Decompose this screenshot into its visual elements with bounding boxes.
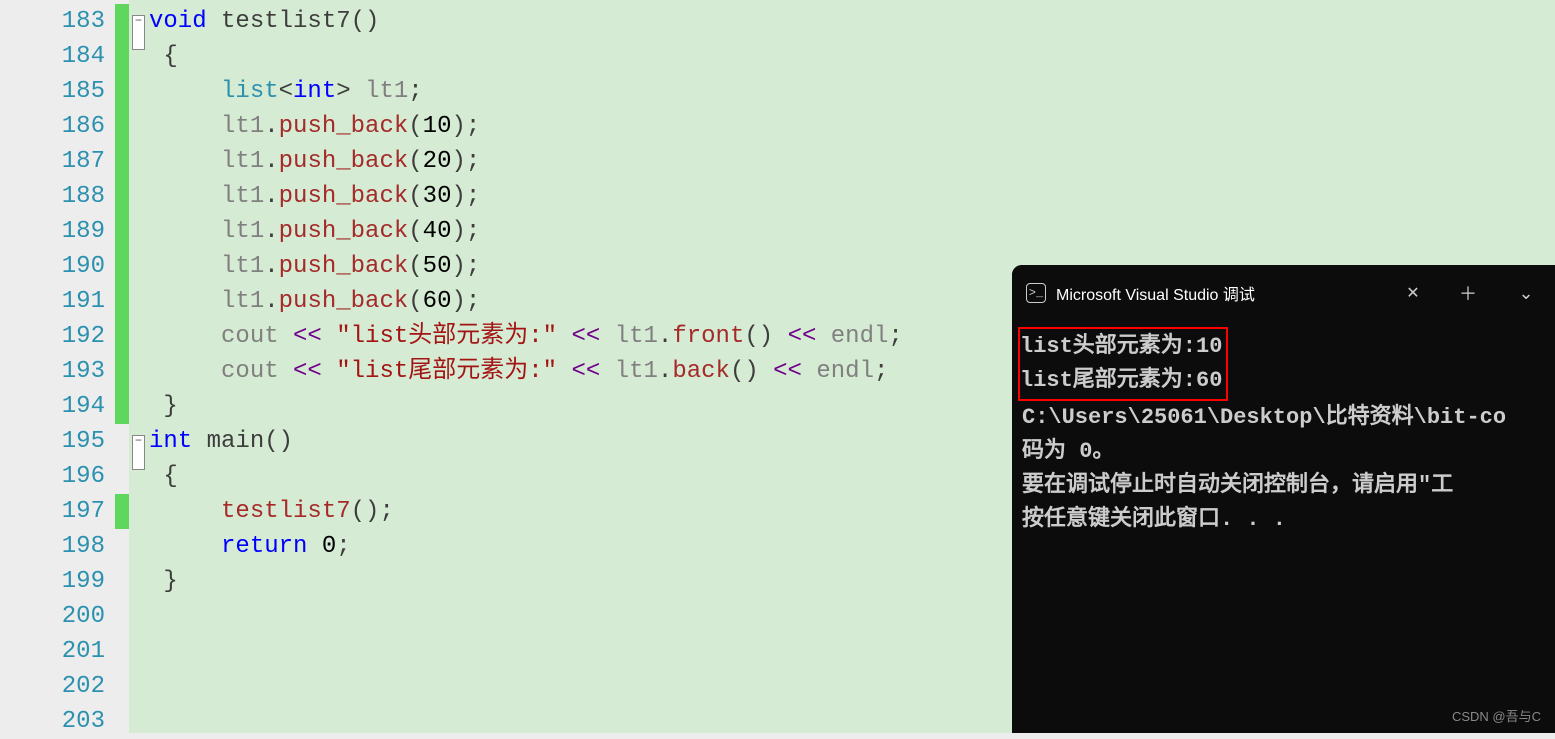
code-line[interactable]: list<int> lt1; bbox=[149, 74, 1555, 109]
line-number: 195 bbox=[0, 424, 105, 459]
fold-cell bbox=[129, 284, 149, 319]
watermark: CSDN @吾与C bbox=[1452, 706, 1541, 725]
fold-cell bbox=[129, 74, 149, 109]
fold-cell bbox=[129, 599, 149, 634]
fold-cell[interactable]: − bbox=[129, 424, 149, 459]
code-line[interactable]: lt1.push_back(30); bbox=[149, 179, 1555, 214]
terminal-tab-title: Microsoft Visual Studio 调试 bbox=[1056, 281, 1391, 305]
code-line[interactable]: lt1.push_back(10); bbox=[149, 109, 1555, 144]
fold-cell bbox=[129, 494, 149, 529]
line-number: 184 bbox=[0, 39, 105, 74]
change-marker bbox=[115, 319, 129, 354]
change-marker bbox=[115, 389, 129, 424]
line-number-gutter: 1831841851861871881891901911921931941951… bbox=[0, 0, 115, 733]
fold-cell bbox=[129, 704, 149, 739]
change-marker bbox=[115, 669, 129, 704]
fold-cell bbox=[129, 109, 149, 144]
line-number: 189 bbox=[0, 214, 105, 249]
terminal-icon: >_ bbox=[1026, 283, 1046, 303]
change-marker bbox=[115, 529, 129, 564]
line-number: 192 bbox=[0, 319, 105, 354]
line-number: 191 bbox=[0, 284, 105, 319]
line-number: 183 bbox=[0, 4, 105, 39]
fold-cell bbox=[129, 319, 149, 354]
highlighted-output: list头部元素为:10 list尾部元素为:60 bbox=[1018, 327, 1228, 401]
line-number: 194 bbox=[0, 389, 105, 424]
line-number: 200 bbox=[0, 599, 105, 634]
terminal-text: C:\Users\25061\Desktop\比特资料\bit-co 码为 0。… bbox=[1022, 405, 1506, 532]
change-marker bbox=[115, 179, 129, 214]
code-line[interactable]: lt1.push_back(20); bbox=[149, 144, 1555, 179]
code-line[interactable]: void testlist7() bbox=[149, 4, 1555, 39]
change-marker-column bbox=[115, 0, 129, 733]
line-number: 199 bbox=[0, 564, 105, 599]
line-number: 185 bbox=[0, 74, 105, 109]
fold-cell[interactable]: − bbox=[129, 4, 149, 39]
line-number: 188 bbox=[0, 179, 105, 214]
terminal-titlebar[interactable]: >_ Microsoft Visual Studio 调试 ✕ ＋ ⌄ bbox=[1012, 265, 1555, 321]
line-number: 203 bbox=[0, 704, 105, 739]
fold-cell bbox=[129, 459, 149, 494]
change-marker bbox=[115, 214, 129, 249]
change-marker bbox=[115, 354, 129, 389]
line-number: 198 bbox=[0, 529, 105, 564]
terminal-tab[interactable]: >_ Microsoft Visual Studio 调试 ✕ bbox=[1012, 265, 1439, 321]
new-tab-button[interactable]: ＋ bbox=[1439, 265, 1497, 321]
line-number: 190 bbox=[0, 249, 105, 284]
line-number: 196 bbox=[0, 459, 105, 494]
line-number: 193 bbox=[0, 354, 105, 389]
fold-cell bbox=[129, 249, 149, 284]
line-number: 201 bbox=[0, 634, 105, 669]
change-marker bbox=[115, 704, 129, 739]
tab-dropdown-button[interactable]: ⌄ bbox=[1497, 265, 1555, 321]
fold-cell bbox=[129, 564, 149, 599]
change-marker bbox=[115, 284, 129, 319]
change-marker bbox=[115, 109, 129, 144]
fold-cell bbox=[129, 214, 149, 249]
change-marker bbox=[115, 564, 129, 599]
change-marker bbox=[115, 4, 129, 39]
fold-cell bbox=[129, 529, 149, 564]
fold-cell bbox=[129, 669, 149, 704]
line-number: 202 bbox=[0, 669, 105, 704]
change-marker bbox=[115, 424, 129, 459]
fold-cell bbox=[129, 39, 149, 74]
fold-cell bbox=[129, 179, 149, 214]
code-line[interactable]: { bbox=[149, 39, 1555, 74]
close-tab-button[interactable]: ✕ bbox=[1401, 283, 1425, 303]
fold-cell bbox=[129, 354, 149, 389]
change-marker bbox=[115, 249, 129, 284]
fold-column: −− bbox=[129, 0, 149, 733]
change-marker bbox=[115, 144, 129, 179]
terminal-output: list头部元素为:10 list尾部元素为:60 C:\Users\25061… bbox=[1012, 321, 1555, 543]
change-marker bbox=[115, 634, 129, 669]
change-marker bbox=[115, 74, 129, 109]
line-number: 187 bbox=[0, 144, 105, 179]
fold-cell bbox=[129, 144, 149, 179]
line-number: 197 bbox=[0, 494, 105, 529]
fold-cell bbox=[129, 389, 149, 424]
change-marker bbox=[115, 494, 129, 529]
code-line[interactable]: lt1.push_back(40); bbox=[149, 214, 1555, 249]
change-marker bbox=[115, 599, 129, 634]
line-number: 186 bbox=[0, 109, 105, 144]
fold-cell bbox=[129, 634, 149, 669]
terminal-window[interactable]: >_ Microsoft Visual Studio 调试 ✕ ＋ ⌄ list… bbox=[1012, 265, 1555, 733]
change-marker bbox=[115, 39, 129, 74]
change-marker bbox=[115, 459, 129, 494]
